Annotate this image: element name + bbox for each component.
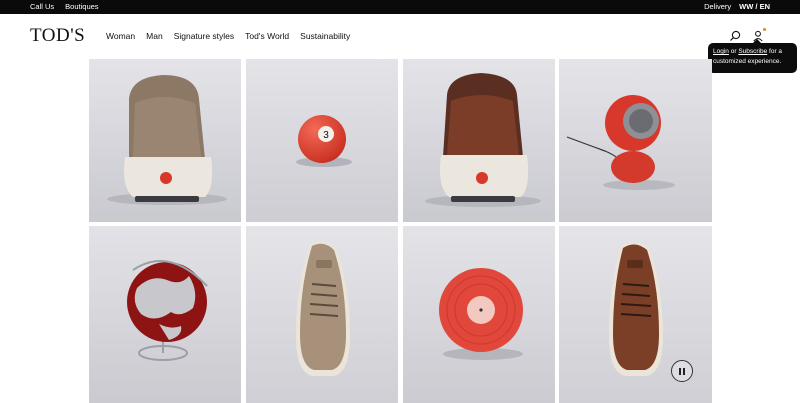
brand-logo[interactable]: TOD'S (30, 26, 85, 46)
gallery-tile-suede-sneaker-top[interactable] (246, 226, 398, 403)
main-header: TOD'S Woman Man Signature styles Tod's W… (0, 14, 800, 58)
pause-icon (679, 367, 681, 375)
gallery-tile-billiard-ball[interactable]: 3 (246, 59, 398, 222)
notification-dot (763, 28, 766, 31)
language-selector[interactable]: WW / EN (739, 2, 770, 11)
product-gallery: 3 (89, 59, 712, 403)
nav-item-tods-world[interactable]: Tod's World (245, 31, 289, 41)
tooltip-or-text: or (728, 48, 739, 55)
billiard-number: 3 (323, 130, 329, 141)
nav-item-woman[interactable]: Woman (106, 31, 135, 41)
login-tooltip: Login or Subscribe for a customized expe… (708, 39, 797, 73)
gallery-tile-desk-lamp[interactable] (559, 59, 712, 222)
search-icon[interactable] (729, 30, 741, 42)
subscribe-link[interactable]: Subscribe (738, 48, 767, 55)
gallery-tile-globe[interactable] (89, 226, 241, 403)
gallery-tile-leather-sneaker-back[interactable] (403, 59, 555, 222)
nav-item-man[interactable]: Man (146, 31, 163, 41)
gallery-tile-vinyl-record[interactable] (403, 226, 555, 403)
top-utility-bar: Call Us Boutiques Delivery WW / EN (0, 0, 800, 14)
nav-item-signature-styles[interactable]: Signature styles (174, 31, 234, 41)
login-link[interactable]: Login (713, 48, 729, 55)
main-nav: Woman Man Signature styles Tod's World S… (106, 31, 350, 41)
boutiques-link[interactable]: Boutiques (65, 2, 98, 11)
gallery-tile-suede-sneaker-back[interactable] (89, 59, 241, 222)
call-us-link[interactable]: Call Us (30, 2, 54, 11)
delivery-link[interactable]: Delivery (704, 2, 731, 11)
nav-item-sustainability[interactable]: Sustainability (300, 31, 350, 41)
pause-button[interactable] (671, 360, 693, 382)
